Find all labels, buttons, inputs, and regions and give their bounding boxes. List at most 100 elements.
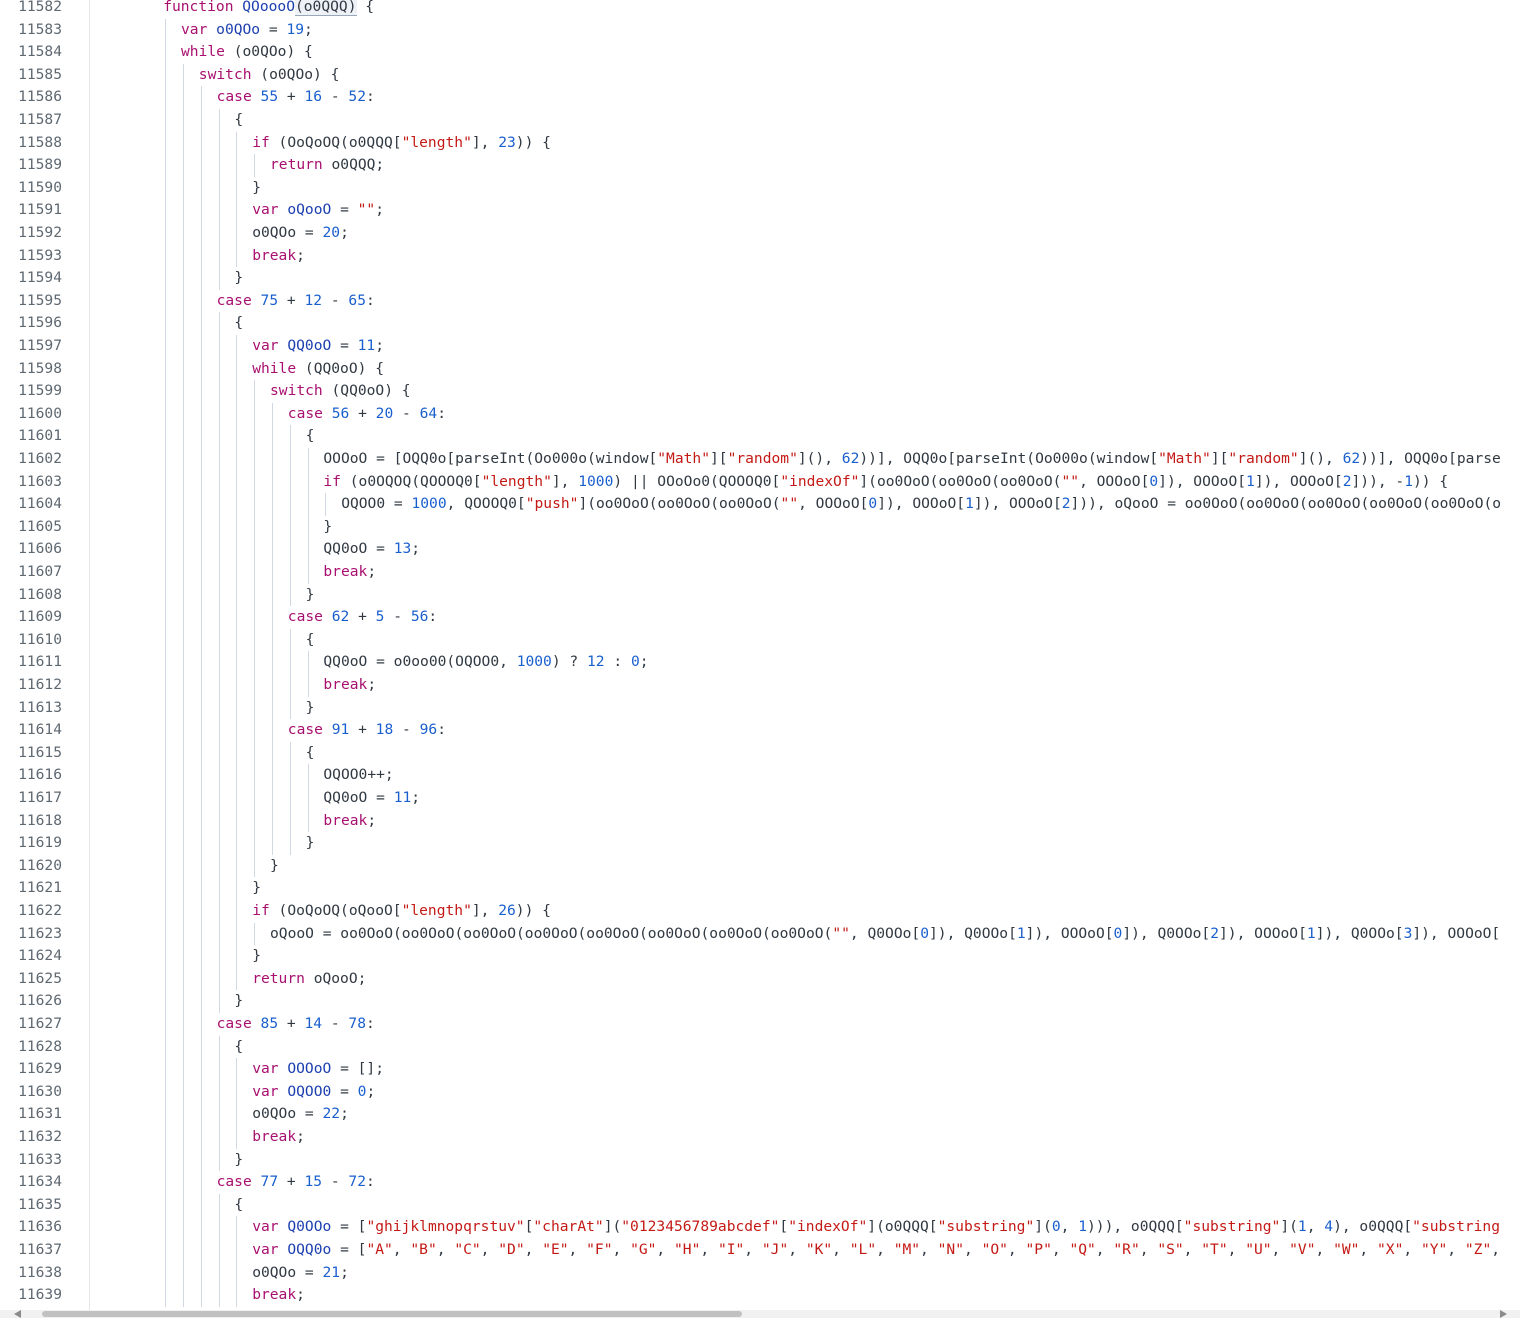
code-line[interactable]: 11607 break; (0, 561, 1520, 584)
code-line[interactable]: 11629 var OOOoO = []; (0, 1058, 1520, 1081)
line-number: 11610 (18, 630, 62, 648)
code-line[interactable]: 11620} (0, 855, 1520, 878)
code-line[interactable]: 11635 { (0, 1194, 1520, 1217)
code-line[interactable]: 11589 return o0QQQ; (0, 154, 1520, 177)
code-line[interactable]: 11624} (0, 945, 1520, 968)
code-line[interactable]: 11630 var OQOO0 = 0; (0, 1081, 1520, 1104)
code-line[interactable]: 11618 break; (0, 810, 1520, 833)
code-line[interactable]: 11619} (0, 832, 1520, 855)
indent-guide (254, 922, 256, 946)
code-line[interactable]: 11614 case 91 + 18 - 96: (0, 719, 1520, 742)
code-text: OOOoO = [OQQ0o[parseInt(Oo000o(window["M… (323, 448, 1500, 471)
code-line[interactable]: 11598 while (QQ0oO) { (0, 358, 1520, 381)
code-line[interactable]: 11602 OOOoO = [OQQ0o[parseInt(Oo000o(wind… (0, 448, 1520, 471)
code-token: + (349, 608, 376, 626)
code-token: 72 (348, 1173, 366, 1191)
horizontal-scrollbar[interactable] (0, 1310, 1520, 1318)
code-text: if (o0OQOQ(QOOOQ0["length"], 1000) || OO… (323, 471, 1448, 494)
code-line[interactable]: 11597 var QQ0oO = 11; (0, 335, 1520, 358)
code-token: : (365, 88, 375, 106)
code-line[interactable]: 11628 { (0, 1036, 1520, 1059)
code-line[interactable]: 11583 var o0QOo = 19; (0, 19, 1520, 42)
line-number: 11584 (18, 43, 62, 61)
code-line[interactable]: 11611 QQ0oO = o0oo00(OQOO0, 1000) ? 12 : … (0, 651, 1520, 674)
line-number: 11603 (18, 472, 62, 490)
code-line[interactable]: 11584 while (o0QOo) { (0, 41, 1520, 64)
code-line[interactable]: 11636 var Q0OOo = ["ghijklmnopqrstuv" ["ch… (0, 1216, 1520, 1239)
code-line[interactable]: 11590} (0, 177, 1520, 200)
code-line[interactable]: 11587 { (0, 109, 1520, 132)
indent-guide (218, 1193, 220, 1307)
line-number: 11595 (18, 291, 62, 309)
code-token: 96 (419, 721, 438, 739)
code-line[interactable]: 11593 break; (0, 245, 1520, 268)
code-line[interactable]: 11631 o0QOo = 22; (0, 1103, 1520, 1126)
code-line[interactable]: 11617 QQ0oO = 11; (0, 787, 1520, 810)
code-token: , (1271, 1241, 1290, 1258)
code-line[interactable]: 11634 case 77 + 15 - 72: (0, 1171, 1520, 1194)
code-line[interactable]: 11626} (0, 990, 1520, 1013)
line-number: 11590 (18, 178, 62, 196)
code-line[interactable]: 11623 oQooO = oo0OoO(oo0OoO(oo0OoO(oo0OoO… (0, 923, 1520, 946)
code-token: "U" (1245, 1241, 1272, 1258)
code-token: ]), OOOoO[ (1412, 924, 1501, 942)
code-text: if (OoQoOQ(oQooO["length"], 26)) { (252, 900, 551, 923)
scrollbar-thumb[interactable] (42, 1311, 742, 1317)
code-line[interactable]: 11603 if (o0OQOQ(QOOOQ0["length"], 1000) … (0, 471, 1520, 494)
code-token: var (252, 1060, 288, 1078)
code-line[interactable]: 11608} (0, 584, 1520, 607)
code-line[interactable]: 11595 case 75 + 12 - 65: (0, 290, 1520, 313)
code-line[interactable]: 11586 case 55 + 16 - 52: (0, 86, 1520, 109)
code-token: 1000 (411, 495, 447, 513)
code-line[interactable]: 11616 OQOO0++; (0, 764, 1520, 787)
code-token: , (612, 1241, 631, 1258)
code-line[interactable]: 11639 break; (0, 1284, 1520, 1307)
code-line[interactable]: 11588 if (OoQoOQ(o0QQQ["length"], 23)) { (0, 132, 1520, 155)
code-line[interactable]: 11621} (0, 877, 1520, 900)
line-number: 11617 (18, 789, 62, 806)
code-editor[interactable]: 11582 function QOoooO(o0QQQ) {11583 var o0… (0, 0, 1520, 1310)
code-line[interactable]: 11606 QQ0oO = 13; (0, 538, 1520, 561)
line-number: 11591 (18, 201, 62, 219)
code-token: "E" (542, 1241, 569, 1258)
code-line[interactable]: 11604 OQOO0 = 1000, QOOOQ0["push"](oo0OoO… (0, 493, 1520, 516)
code-line[interactable]: 11632 break; (0, 1126, 1520, 1149)
code-line[interactable]: 11582 function QOoooO(o0QQQ) { (0, 0, 1520, 19)
code-line[interactable]: 11610 { (0, 629, 1520, 652)
code-line[interactable]: 11637 var OQQ0o = ["A", "B", "C", "D", "E… (0, 1239, 1520, 1262)
line-number: 11604 (18, 495, 62, 513)
code-line[interactable]: 11605} (0, 516, 1520, 539)
indent-guide (272, 402, 273, 855)
code-text: if (OoQoOQ(o0QQQ["length"], 23)) { (252, 132, 551, 155)
scroll-left-arrow-icon[interactable] (14, 1310, 21, 1318)
scroll-right-arrow-icon[interactable] (1500, 1310, 1507, 1318)
code-line[interactable]: 11585 switch (o0QOo) { (0, 64, 1520, 87)
code-line[interactable]: 11612 break; (0, 674, 1520, 697)
code-text: } (306, 584, 315, 607)
code-line[interactable]: 11592 o0QOo = 20; (0, 222, 1520, 245)
code-line[interactable]: 11609 case 62 + 5 - 56: (0, 606, 1520, 629)
code-token: = (260, 20, 287, 38)
code-line[interactable]: 11596 { (0, 312, 1520, 335)
code-line[interactable]: 11594} (0, 267, 1520, 290)
code-line[interactable]: 11600 case 56 + 20 - 64: (0, 403, 1520, 426)
code-token: "random" (727, 450, 798, 467)
code-line[interactable]: 11627 case 85 + 14 - 78: (0, 1013, 1520, 1036)
code-line[interactable]: 11622 if (OoQoOQ(oQooO["length"], 26)) { (0, 900, 1520, 923)
code-text: switch (QQ0oO) { (270, 380, 411, 403)
code-line[interactable]: 11613} (0, 697, 1520, 720)
code-token: "charAt" (533, 1218, 604, 1236)
code-line[interactable]: 11591 var oQooO = ""; (0, 199, 1520, 222)
code-line[interactable]: 11601 { (0, 425, 1520, 448)
indent-guide (289, 425, 291, 607)
code-line[interactable]: 11599 switch (QQ0oO) { (0, 380, 1520, 403)
code-line[interactable]: 11633} (0, 1149, 1520, 1172)
code-line[interactable]: 11638 o0QOo = 21; (0, 1262, 1520, 1285)
code-token: = [ (331, 1241, 367, 1258)
code-line[interactable]: 11625 return oQooO; (0, 968, 1520, 991)
line-number: 11628 (18, 1037, 62, 1055)
code-token: (o0QOo) { (224, 43, 313, 61)
code-text: OQOO0++; (323, 764, 393, 787)
code-token: , (963, 1241, 982, 1258)
code-line[interactable]: 11615 { (0, 742, 1520, 765)
